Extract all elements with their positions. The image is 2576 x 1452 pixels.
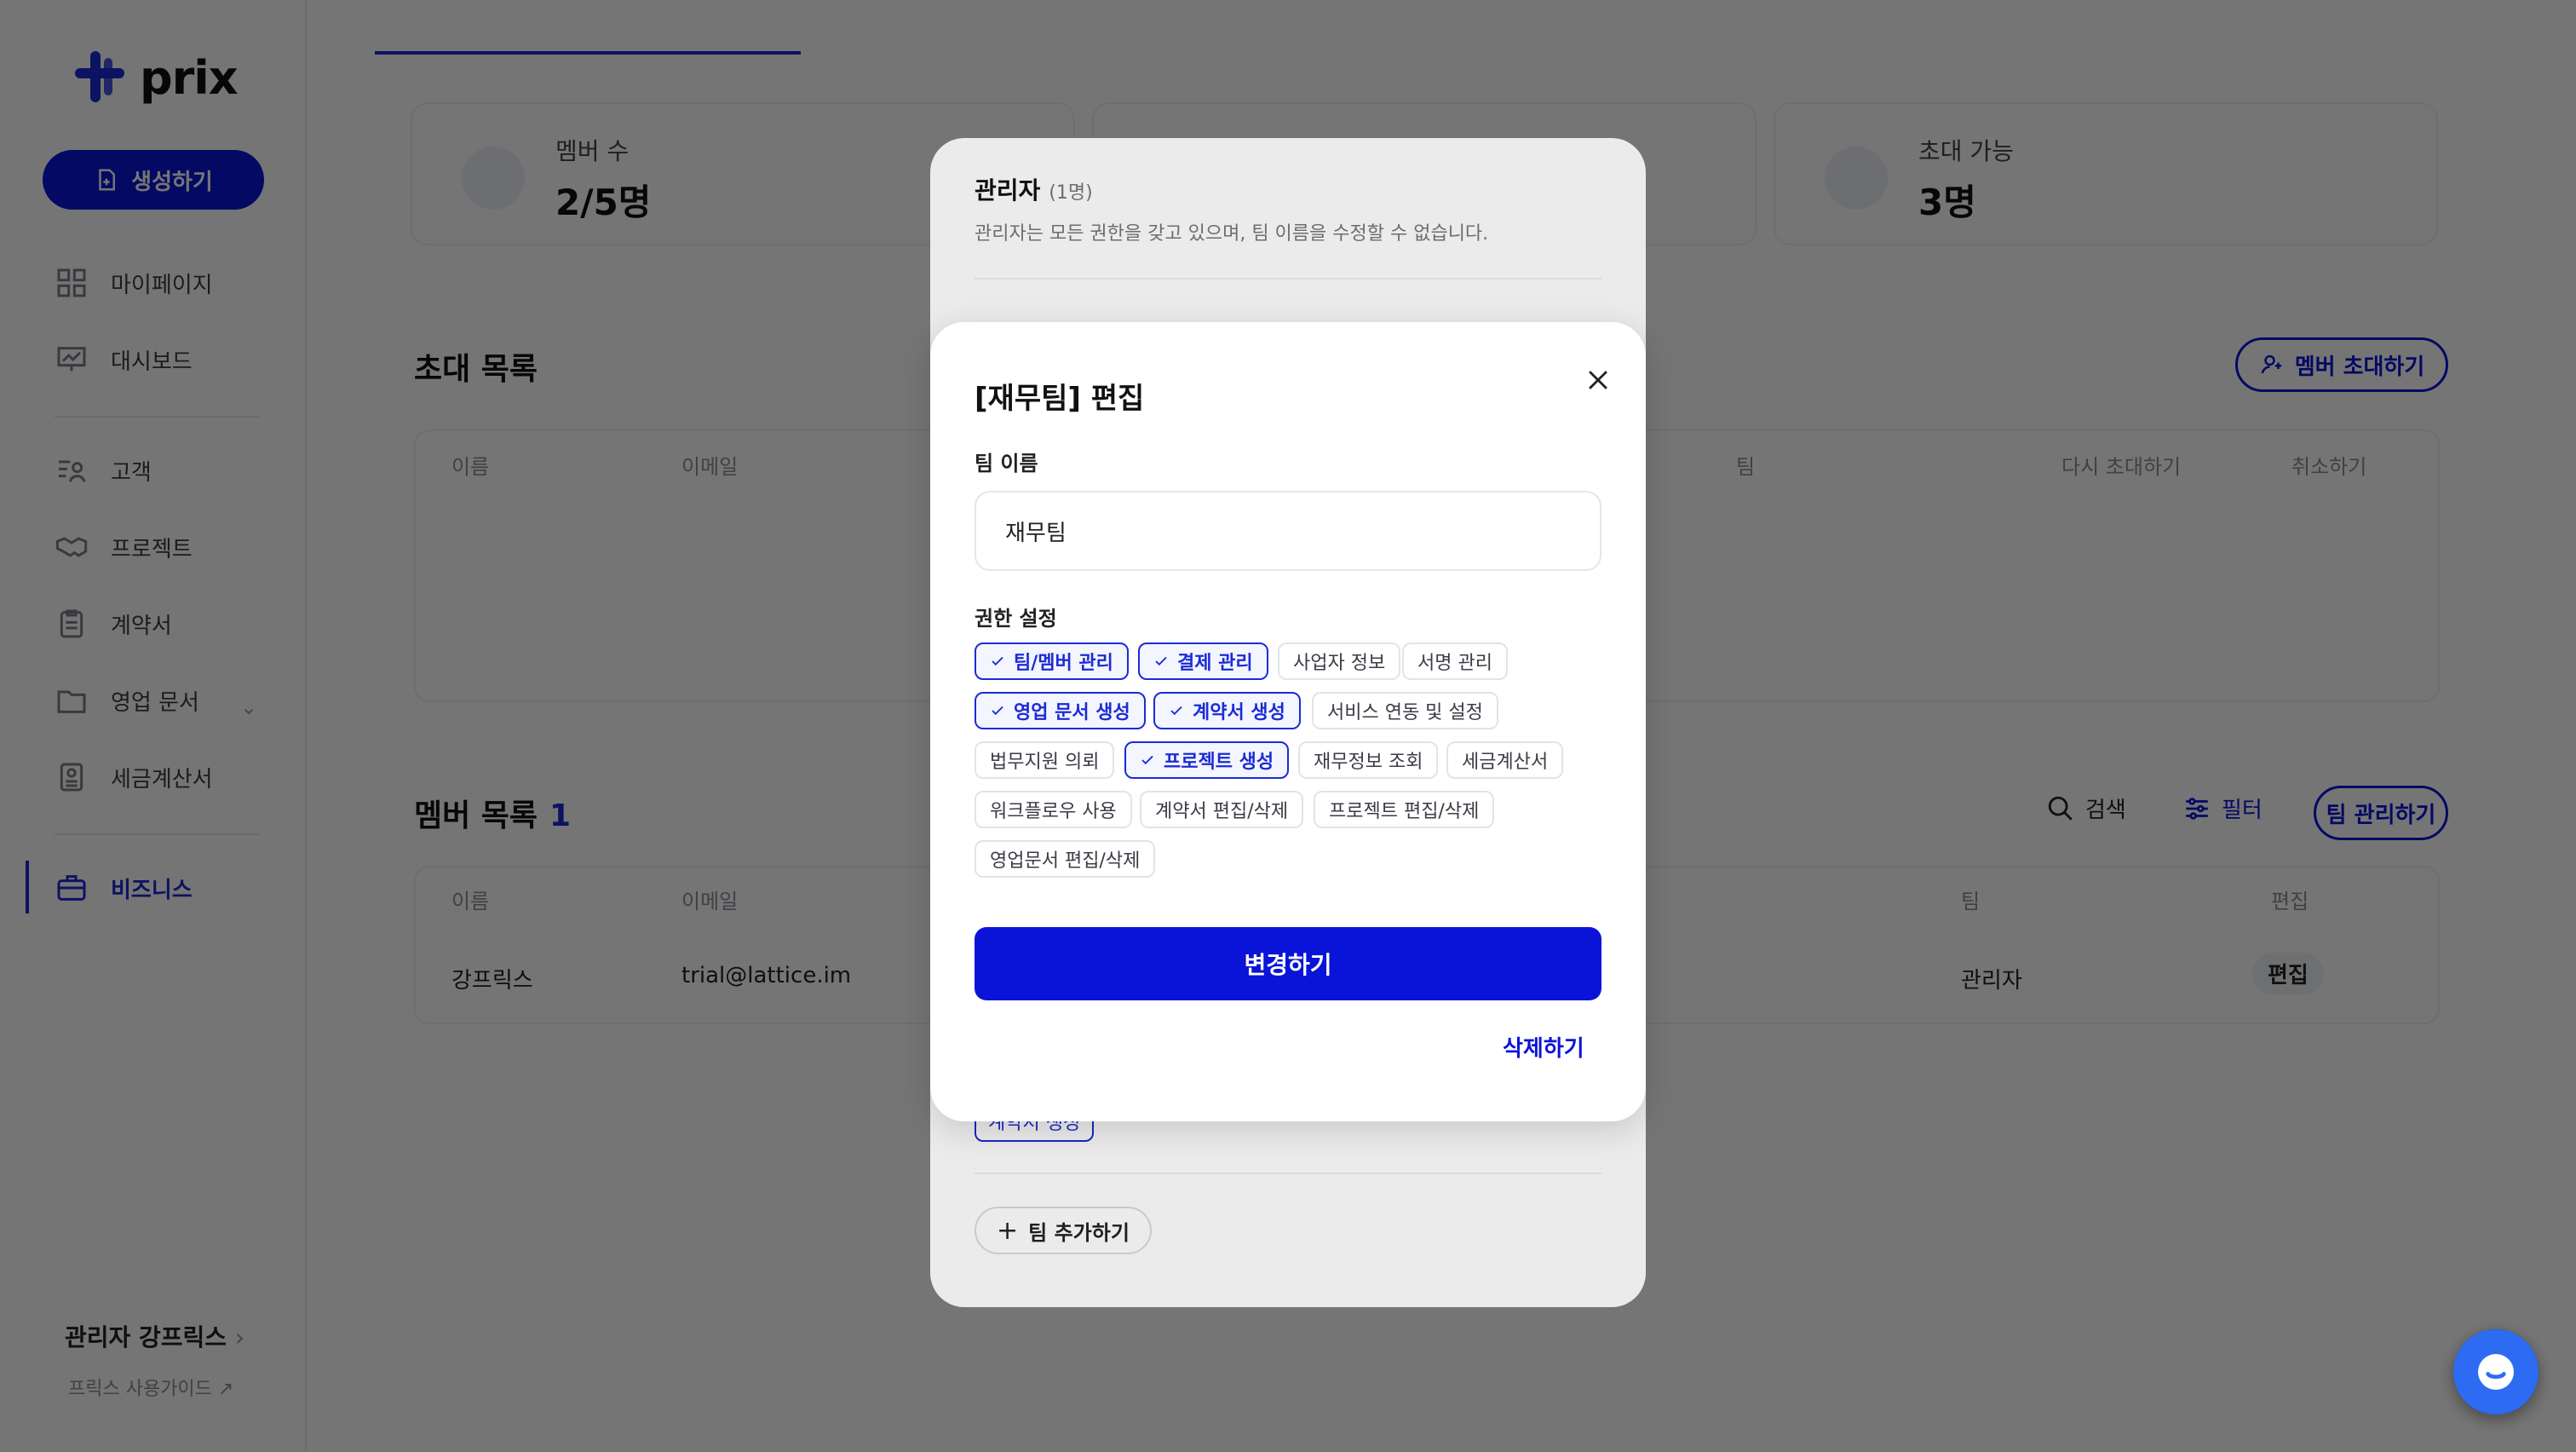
permission-chip-signature[interactable]: 서명 관리 bbox=[1402, 642, 1508, 680]
chip-label: 워크플로우 사용 bbox=[990, 801, 1117, 822]
team-name-label: 팀 이름 bbox=[975, 452, 1038, 475]
permission-chip-project-edit[interactable]: 프로젝트 편집/삭제 bbox=[1314, 791, 1495, 828]
check-icon bbox=[1141, 755, 1153, 765]
permission-chip-contract-edit[interactable]: 계약서 편집/삭제 bbox=[1140, 791, 1304, 828]
permission-chip-project-create[interactable]: 프로젝트 생성 bbox=[1124, 741, 1290, 779]
chip-label: 영업문서 편집/삭제 bbox=[990, 850, 1141, 872]
chip-label: 팀/멤버 관리 bbox=[1014, 653, 1113, 674]
permission-chip-sales-doc-edit[interactable]: 영업문서 편집/삭제 bbox=[975, 840, 1156, 878]
chip-label: 법무지원 의뢰 bbox=[990, 752, 1100, 773]
check-icon bbox=[992, 656, 1003, 666]
chip-label: 결제 관리 bbox=[1177, 653, 1253, 674]
permission-chip-payment[interactable]: 결제 관리 bbox=[1138, 642, 1268, 680]
close-icon bbox=[1589, 371, 1607, 389]
check-icon bbox=[1155, 656, 1167, 666]
chip-label: 서비스 연동 및 설정 bbox=[1327, 702, 1483, 723]
permission-chip-team-member[interactable]: 팀/멤버 관리 bbox=[975, 642, 1129, 680]
chat-icon bbox=[2478, 1354, 2514, 1390]
permission-chip-integration[interactable]: 서비스 연동 및 설정 bbox=[1312, 692, 1498, 729]
chat-support-button[interactable] bbox=[2453, 1329, 2539, 1415]
chip-label: 계약서 편집/삭제 bbox=[1155, 801, 1289, 822]
close-button[interactable] bbox=[1574, 356, 1622, 404]
team-name-input[interactable] bbox=[975, 491, 1601, 571]
permission-chip-legal-support[interactable]: 법무지원 의뢰 bbox=[975, 741, 1115, 779]
modal-title: [재무팀] 편집 bbox=[975, 382, 1145, 416]
check-icon bbox=[1170, 706, 1182, 716]
permission-chip-sales-doc-create[interactable]: 영업 문서 생성 bbox=[975, 692, 1146, 729]
delete-team-button[interactable]: 삭제하기 bbox=[1503, 1031, 1584, 1063]
chip-label: 영업 문서 생성 bbox=[1014, 702, 1130, 723]
check-icon bbox=[992, 706, 1003, 716]
chip-label: 계약서 생성 bbox=[1193, 702, 1285, 723]
chip-label: 재무정보 조회 bbox=[1314, 752, 1423, 773]
permission-chip-workflow[interactable]: 워크플로우 사용 bbox=[975, 791, 1132, 828]
submit-button[interactable]: 변경하기 bbox=[975, 927, 1601, 1000]
chip-label: 세금계산서 bbox=[1462, 752, 1549, 773]
permission-chip-contract-create[interactable]: 계약서 생성 bbox=[1153, 692, 1301, 729]
chip-label: 프로젝트 생성 bbox=[1164, 752, 1274, 773]
permission-chip-tax-invoice[interactable]: 세금계산서 bbox=[1446, 741, 1564, 779]
edit-team-modal: [재무팀] 편집 팀 이름 권한 설정 팀/멤버 관리 결제 관리 사업자 정보… bbox=[930, 322, 1646, 1121]
permission-label: 권한 설정 bbox=[975, 607, 1057, 631]
permission-chip-finance-view[interactable]: 재무정보 조회 bbox=[1298, 741, 1439, 779]
chip-label: 프로젝트 편집/삭제 bbox=[1329, 801, 1480, 822]
chip-label: 서명 관리 bbox=[1417, 653, 1492, 674]
permission-chip-business-info[interactable]: 사업자 정보 bbox=[1278, 642, 1401, 680]
chip-label: 사업자 정보 bbox=[1293, 653, 1386, 674]
